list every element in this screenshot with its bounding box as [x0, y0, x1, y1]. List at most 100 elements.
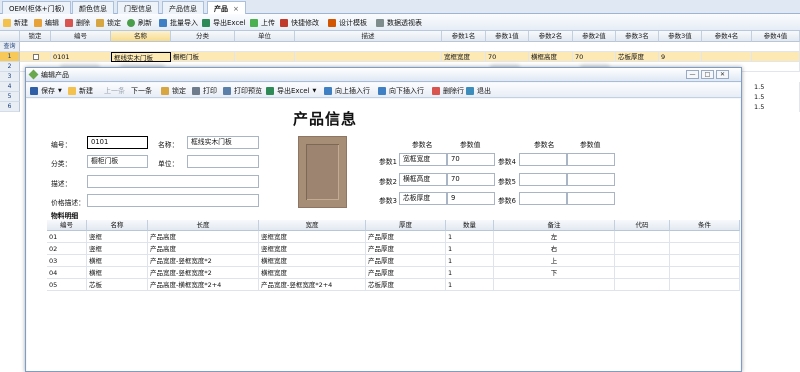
param2-name-field[interactable]: 横框高度: [399, 173, 447, 186]
param3-name-field[interactable]: 芯板厚度: [399, 192, 447, 205]
bom-cell-quantity[interactable]: 1: [446, 255, 494, 267]
delete-button[interactable]: 删除: [65, 17, 90, 28]
close-icon[interactable]: ×: [233, 5, 239, 13]
bom-cell-name[interactable]: 竖框: [87, 243, 148, 255]
cell-param1-name[interactable]: 宽框宽度: [442, 52, 486, 62]
next-button[interactable]: 下一条: [131, 85, 152, 96]
bom-cell-name[interactable]: 横框: [87, 267, 148, 279]
cell-param4-value[interactable]: 1.5: [752, 82, 800, 92]
bom-cell-part-code[interactable]: [615, 243, 670, 255]
dialog-titlebar[interactable]: 编辑产品 — □ ✕: [26, 68, 741, 82]
bom-cell-thickness[interactable]: 产品厚度: [366, 231, 446, 243]
cell-param3-value[interactable]: 9: [659, 52, 702, 62]
col-param1-name[interactable]: 参数1名: [442, 31, 486, 42]
bom-cell-part-code[interactable]: [615, 267, 670, 279]
bom-cell-thickness[interactable]: 产品厚度: [366, 243, 446, 255]
bom-cell-part-code[interactable]: [615, 255, 670, 267]
quick-edit-button[interactable]: 快捷修改: [280, 17, 319, 28]
bom-cell-quantity[interactable]: 1: [446, 279, 494, 291]
bom-cell-quantity[interactable]: 1: [446, 243, 494, 255]
bom-cell-note[interactable]: 下: [494, 267, 615, 279]
bom-cell-condition[interactable]: [670, 279, 740, 291]
lock-checkbox[interactable]: [20, 52, 51, 62]
param4-name-field[interactable]: [519, 153, 567, 166]
bom-col-length[interactable]: 长度: [148, 220, 259, 231]
bom-cell-condition[interactable]: [670, 231, 740, 243]
minimize-button[interactable]: —: [686, 70, 699, 79]
bom-cell-condition[interactable]: [670, 267, 740, 279]
param6-value-field[interactable]: [567, 192, 615, 205]
batch-import-button[interactable]: 批量导入: [159, 17, 198, 28]
cell-category[interactable]: 橱柜门板: [171, 52, 235, 62]
export-excel-button[interactable]: 导出Excel: [202, 17, 246, 28]
bom-cell-width[interactable]: 产品宽度-竖框宽度*2+4: [259, 279, 366, 291]
bom-cell-code[interactable]: 04: [47, 267, 87, 279]
pivot-table-button[interactable]: 数据透视表: [376, 17, 422, 28]
bom-cell-length[interactable]: 产品宽度-竖框宽度*2: [148, 267, 259, 279]
query-row[interactable]: [20, 42, 800, 52]
param2-value-field[interactable]: 70: [447, 173, 495, 186]
bom-col-quantity[interactable]: 数量: [446, 220, 494, 231]
col-param2-value[interactable]: 参数2值: [573, 31, 616, 42]
new-button[interactable]: 新建: [3, 17, 28, 28]
col-code[interactable]: 编号: [51, 31, 111, 42]
cell-param4-value[interactable]: 1.5: [752, 102, 800, 112]
tab-oem[interactable]: OEM(柜体+门板): [2, 1, 72, 14]
bom-col-name[interactable]: 名称: [87, 220, 148, 231]
print-preview-button[interactable]: 打印预览: [223, 85, 262, 96]
col-name[interactable]: 名称: [111, 31, 171, 42]
bom-cell-thickness[interactable]: 产品厚度: [366, 255, 446, 267]
bom-cell-name[interactable]: 横框: [87, 255, 148, 267]
param6-name-field[interactable]: [519, 192, 567, 205]
bom-col-thickness[interactable]: 厚度: [366, 220, 446, 231]
cell-param4-value[interactable]: 1.5: [752, 92, 800, 102]
tab-color-info[interactable]: 颜色信息: [72, 1, 114, 14]
bom-cell-thickness[interactable]: 产品厚度: [366, 267, 446, 279]
cell-param2-value[interactable]: 70: [573, 52, 616, 62]
delete-row-button[interactable]: 删除行: [432, 85, 464, 96]
description-field[interactable]: [87, 175, 259, 188]
col-lock[interactable]: 锁定: [20, 31, 51, 42]
chevron-down-icon[interactable]: ▼: [58, 88, 62, 94]
bom-cell-length[interactable]: 产品高度: [148, 231, 259, 243]
name-field[interactable]: 框线实木门板: [187, 136, 259, 149]
bom-cell-note[interactable]: 左: [494, 231, 615, 243]
code-field[interactable]: 0101: [87, 136, 148, 149]
bom-cell-quantity[interactable]: 1: [446, 231, 494, 243]
tab-product-info[interactable]: 产品信息: [162, 1, 204, 14]
close-button[interactable]: ✕: [716, 70, 729, 79]
cell-param3-name[interactable]: 芯板厚度: [616, 52, 659, 62]
cell-param4-value[interactable]: [752, 52, 800, 62]
new-button[interactable]: 新建: [68, 85, 93, 96]
cell-description[interactable]: [295, 52, 442, 62]
param3-value-field[interactable]: 9: [447, 192, 495, 205]
save-button[interactable]: 保存 ▼: [30, 85, 62, 96]
bom-cell-length[interactable]: 产品高度-横框宽度*2+4: [148, 279, 259, 291]
cell-param4-name[interactable]: [702, 52, 752, 62]
bom-cell-code[interactable]: 01: [47, 231, 87, 243]
edit-button[interactable]: 编辑: [34, 17, 59, 28]
col-param1-value[interactable]: 参数1值: [486, 31, 529, 42]
bom-cell-note[interactable]: [494, 279, 615, 291]
insert-above-button[interactable]: 向上插入行: [324, 85, 370, 96]
bom-cell-note[interactable]: 上: [494, 255, 615, 267]
bom-cell-condition[interactable]: [670, 255, 740, 267]
bom-cell-code[interactable]: 05: [47, 279, 87, 291]
cell-param2-name[interactable]: 横框高度: [529, 52, 573, 62]
lock-button[interactable]: 锁定: [161, 85, 186, 96]
tab-product[interactable]: 产品 ×: [207, 1, 246, 14]
col-category[interactable]: 分类: [171, 31, 235, 42]
bom-col-part-code[interactable]: 代码: [615, 220, 670, 231]
bom-cell-condition[interactable]: [670, 243, 740, 255]
bom-cell-code[interactable]: 02: [47, 243, 87, 255]
cell-name[interactable]: 框线实木门板: [111, 52, 171, 62]
col-unit[interactable]: 单位: [235, 31, 295, 42]
bom-cell-length[interactable]: 产品高度: [148, 243, 259, 255]
bom-cell-note[interactable]: 右: [494, 243, 615, 255]
bom-cell-quantity[interactable]: 1: [446, 267, 494, 279]
price-description-field[interactable]: [87, 194, 259, 207]
exit-button[interactable]: 退出: [466, 85, 491, 96]
col-param4-value[interactable]: 参数4值: [752, 31, 800, 42]
insert-below-button[interactable]: 向下插入行: [378, 85, 424, 96]
param1-name-field[interactable]: 宽框宽度: [399, 153, 447, 166]
